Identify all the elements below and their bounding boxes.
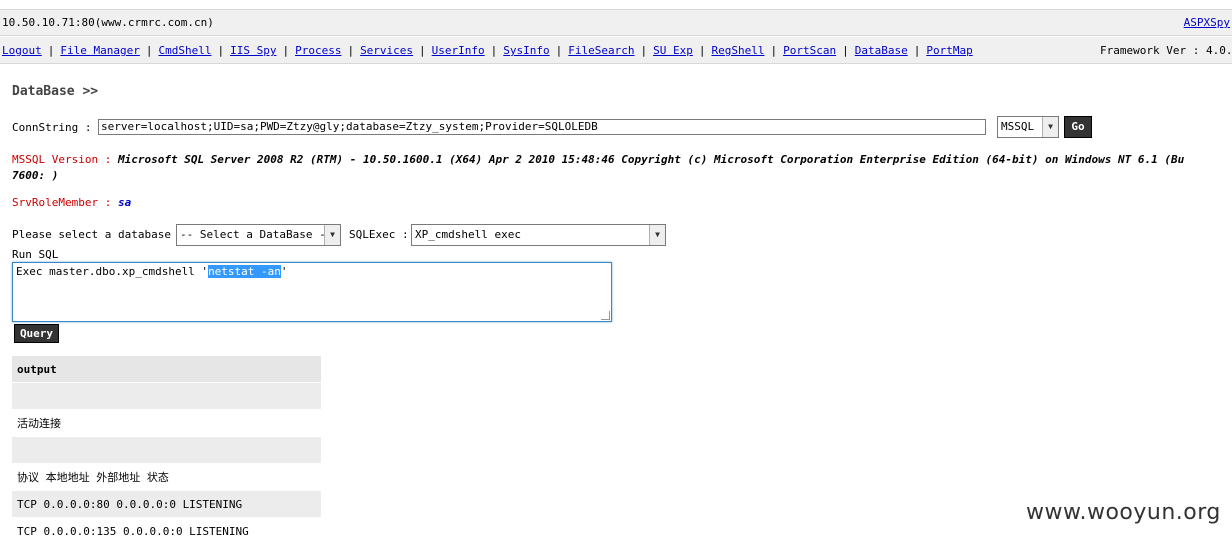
select-database-label: Please select a database : — [12, 228, 185, 241]
output-header: output — [12, 356, 321, 383]
framework-version: Framework Ver : 4.0.30 — [1100, 44, 1232, 57]
srvrole-value: sa — [117, 196, 132, 209]
watermark: www.wooyun.org — [1026, 500, 1221, 525]
table-row — [12, 437, 321, 464]
output-table: output 活动连接 协议 本地地址 外部地址 状态 TCP 0.0.0.0:… — [12, 356, 321, 545]
menu-separator: | — [640, 44, 648, 57]
sqlexec-value: XP_cmdshell exec — [415, 228, 521, 241]
sql-textarea[interactable]: Exec master.dbo.xp_cmdshell 'netstat -an… — [12, 262, 612, 322]
top-bar: 10.50.10.71:80(www.crmrc.com.cn) ASPXSpy — [0, 9, 1232, 36]
srvrole-member: SrvRoleMember : sa — [12, 196, 131, 209]
menu-separator: | — [347, 44, 355, 57]
run-sql-label: Run SQL — [12, 248, 59, 261]
query-button[interactable]: Query — [14, 324, 59, 343]
menu-sysinfo[interactable]: SysInfo — [503, 44, 549, 57]
aspxspy-link[interactable]: ASPXSpy — [1184, 16, 1230, 29]
sql-selection: netstat -an — [208, 265, 281, 278]
select-row: Please select a database : -- Select a D… — [12, 224, 712, 246]
menu-file-manager[interactable]: File Manager — [60, 44, 139, 57]
menu-portscan[interactable]: PortScan — [783, 44, 836, 57]
page-title: DataBase >> — [12, 84, 99, 99]
chevron-down-icon: ▼ — [649, 225, 665, 245]
sql-prefix: Exec master.dbo.xp_cmdshell ' — [16, 265, 209, 278]
menu-services[interactable]: Services — [360, 44, 413, 57]
menu-separator: | — [217, 44, 225, 57]
menu-database[interactable]: DataBase — [855, 44, 908, 57]
mssql-version: MSSQL Version : Microsoft SQL Server 200… — [12, 152, 1232, 184]
menu-links: Logout | File Manager | CmdShell | IIS Spy | Pro… — [2, 44, 973, 57]
menu-su-exp[interactable]: SU Exp — [653, 44, 693, 57]
connstring-label: ConnString : — [12, 121, 92, 134]
menu-userinfo[interactable]: UserInfo — [432, 44, 485, 57]
menu-regshell[interactable]: RegShell — [712, 44, 765, 57]
table-row: 协议 本地地址 外部地址 状态 — [12, 464, 321, 491]
table-row: TCP 0.0.0.0:80 0.0.0.0:0 LISTENING — [12, 491, 321, 518]
menu-separator: | — [913, 44, 921, 57]
menu-separator: | — [47, 44, 55, 57]
menu-separator: | — [282, 44, 290, 57]
database-select[interactable]: -- Select a DataBase -- ▼ — [176, 224, 341, 246]
provider-value: MSSQL — [1001, 120, 1035, 133]
table-row — [12, 383, 321, 410]
table-row: 活动连接 — [12, 410, 321, 437]
conn-row: ConnString : server=localhost;UID=sa;PWD… — [12, 116, 1212, 139]
table-row: TCP 0.0.0.0:135 0.0.0.0:0 LISTENING — [12, 518, 321, 545]
menu-separator: | — [555, 44, 563, 57]
menu-separator: | — [698, 44, 706, 57]
menu-portmap[interactable]: PortMap — [926, 44, 972, 57]
database-select-value: -- Select a DataBase -- — [180, 228, 333, 241]
menu-filesearch[interactable]: FileSearch — [568, 44, 634, 57]
menu-separator: | — [770, 44, 778, 57]
sqlexec-select[interactable]: XP_cmdshell exec ▼ — [411, 224, 666, 246]
resize-handle-icon[interactable] — [601, 311, 610, 320]
chevron-down-icon: ▼ — [1042, 117, 1058, 137]
menu-process[interactable]: Process — [295, 44, 341, 57]
menu-logout[interactable]: Logout — [2, 44, 42, 57]
go-button[interactable]: Go — [1064, 116, 1092, 138]
menu-separator: | — [842, 44, 849, 57]
connstring-input[interactable]: server=localhost;UID=sa;PWD=Ztzy@gly;dat… — [98, 119, 986, 135]
version-line1: Microsoft SQL Server 2008 R2 (RTM) - 10.… — [117, 153, 1185, 166]
menu-cmdshell[interactable]: CmdShell — [158, 44, 211, 57]
version-label: MSSQL Version : — [12, 153, 112, 166]
menu-iis-spy[interactable]: IIS Spy — [230, 44, 276, 57]
version-line2: 7600: ) — [12, 169, 59, 182]
host-address: 10.50.10.71:80(www.crmrc.com.cn) — [2, 16, 214, 29]
sqlexec-label: SQLExec : — [349, 228, 409, 241]
sql-suffix: ' — [280, 265, 288, 278]
provider-select[interactable]: MSSQL ▼ — [997, 116, 1059, 138]
chevron-down-icon: ▼ — [324, 225, 340, 245]
menu-separator: | — [419, 44, 426, 57]
menu-separator: | — [490, 44, 498, 57]
menu-separator: | — [145, 44, 153, 57]
main-menu: Logout | File Manager | CmdShell | IIS Spy | Pro… — [0, 37, 1232, 64]
srvrole-label: SrvRoleMember : — [12, 196, 112, 209]
